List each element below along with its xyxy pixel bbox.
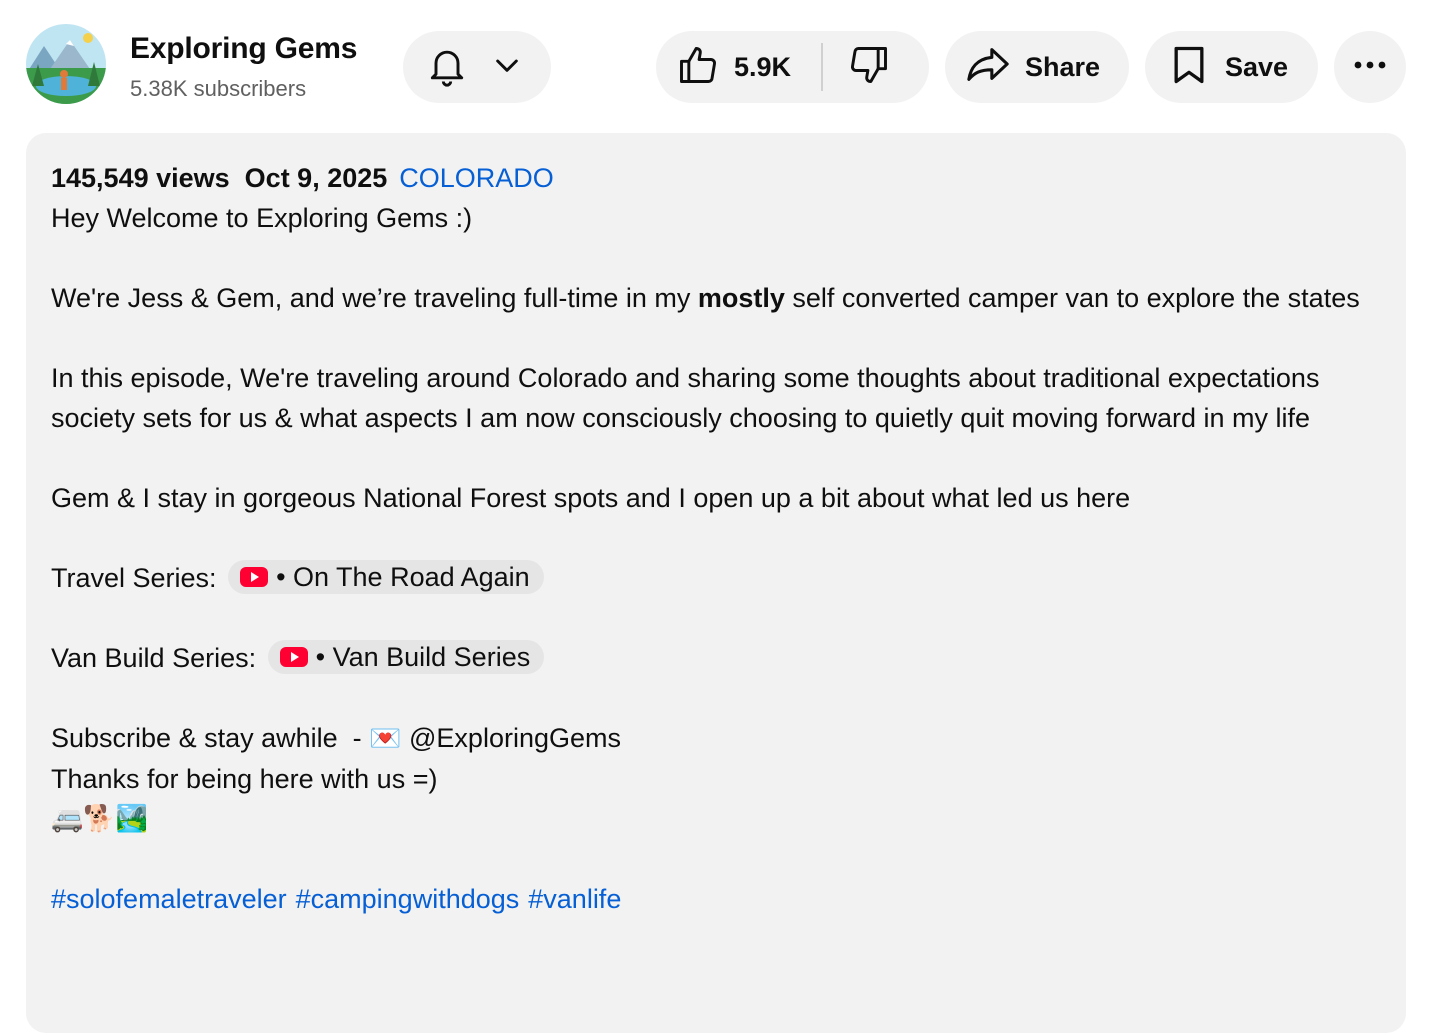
travel-series-line: Travel Series: • On The Road Again (51, 558, 1391, 598)
view-count: 145,549 views (51, 163, 230, 193)
like-count: 5.9K (734, 51, 792, 82)
more-actions-button[interactable] (1334, 31, 1406, 103)
van-build-chip[interactable]: • Van Build Series (267, 639, 545, 674)
share-icon (965, 42, 1011, 93)
save-label: Save (1225, 51, 1289, 82)
hashtag-link[interactable]: #campingwithdogs (296, 884, 520, 914)
share-button[interactable]: Share (945, 31, 1129, 103)
youtube-icon (279, 646, 308, 667)
subscribe-text: Subscribe & stay awhile - (51, 723, 370, 753)
like-dislike-group: 5.9K (656, 31, 929, 103)
video-owner-row: Exploring Gems 5.38K subscribers 5.9K Sh… (0, 20, 1436, 120)
location-link[interactable]: COLORADO (399, 163, 554, 193)
hashtag-link[interactable]: #vanlife (528, 884, 621, 914)
chevron-down-icon (491, 49, 523, 86)
description-meta: 145,549 views Oct 9, 2025 COLORADO (51, 158, 1391, 198)
notification-button[interactable] (403, 31, 551, 103)
like-divider (821, 43, 824, 91)
more-horizontal-icon (1352, 58, 1388, 76)
channel-handle[interactable]: @ExploringGems (402, 723, 621, 753)
upload-date: Oct 9, 2025 (244, 163, 388, 193)
forest-paragraph: Gem & I stay in gorgeous National Forest… (51, 483, 1131, 513)
intro-text: We're Jess & Gem, and we’re traveling fu… (51, 283, 698, 313)
save-button[interactable]: Save (1145, 31, 1318, 103)
travel-series-label: Travel Series: (51, 563, 217, 593)
envelope-emoji: 💌 (369, 724, 402, 754)
like-button[interactable]: 5.9K (676, 43, 791, 92)
van-build-label: Van Build Series: (51, 643, 257, 673)
emoji-line: 🚐🐕🏞️ (51, 804, 149, 834)
youtube-icon (240, 566, 269, 587)
thumbs-down-icon (847, 46, 891, 91)
episode-paragraph: In this episode, We're traveling around … (51, 363, 1320, 433)
intro-text-end: self converted camper van to explore the… (784, 283, 1360, 313)
description-box[interactable]: 145,549 views Oct 9, 2025 COLORADO Hey We… (26, 133, 1406, 1033)
channel-avatar[interactable] (26, 24, 106, 104)
hashtag-link[interactable]: #solofemaletraveler (51, 884, 287, 914)
travel-series-chip[interactable]: • On The Road Again (228, 559, 544, 594)
channel-name[interactable]: Exploring Gems (130, 32, 357, 66)
thanks-text: Thanks for being here with us =) (51, 764, 438, 794)
thumbs-up-icon (676, 43, 720, 92)
bookmark-icon (1167, 43, 1211, 92)
subscribe-line: Subscribe & stay awhile - 💌 @ExploringGe… (51, 718, 1391, 759)
van-build-line: Van Build Series: • Van Build Series (51, 638, 1391, 678)
bell-icon (425, 43, 469, 92)
intro-paragraph: We're Jess & Gem, and we’re traveling fu… (51, 278, 1391, 318)
subscriber-count: 5.38K subscribers (130, 76, 307, 101)
dislike-button[interactable] (847, 43, 891, 92)
share-label: Share (1025, 51, 1101, 82)
travel-series-link: • On The Road Again (276, 561, 530, 592)
description-content: 145,549 views Oct 9, 2025 COLORADO Hey We… (51, 158, 1391, 919)
welcome-text: Hey Welcome to Exploring Gems :) (51, 203, 473, 233)
van-build-link: • Van Build Series (315, 641, 531, 672)
intro-bold-text: mostly (697, 283, 785, 313)
hashtag-line: #solofemaletraveler #campingwithdogs #vanl… (51, 879, 1391, 919)
